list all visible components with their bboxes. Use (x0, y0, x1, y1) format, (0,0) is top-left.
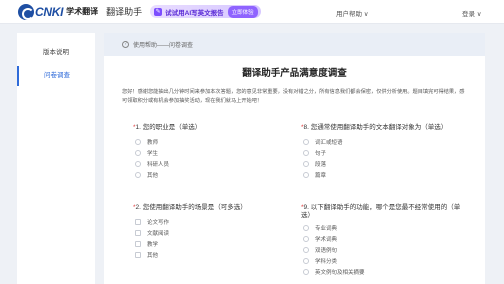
question-1: *1. 您的职业是（单选） 教师 学生 科研人员 其他 (133, 124, 283, 180)
checkbox[interactable] (135, 251, 141, 258)
option-label: 句子 (315, 150, 327, 157)
logo[interactable]: CNKI 学术翻译 (18, 3, 99, 20)
option-label: 篇章 (315, 172, 327, 179)
option-researcher[interactable]: 科研人员 (135, 158, 283, 169)
radio-button[interactable] (303, 149, 309, 156)
option-label: 科研人员 (147, 161, 170, 168)
radio-button[interactable] (303, 224, 309, 231)
logo-text: CNKI (35, 4, 64, 19)
option-label: 其他 (147, 252, 159, 259)
breadcrumb-text: 使用帮助——问卷调查 (133, 43, 194, 49)
sidebar-item-version-notes[interactable]: 版本说明 (17, 43, 95, 63)
option-other[interactable]: 其他 (135, 249, 283, 260)
logo-subtitle: 学术翻译 (66, 7, 99, 16)
top-bar: CNKI 学术翻译 翻译助手 ✎ 试试用AI写英文报告 立即体验 用户帮助 ∨ … (0, 0, 504, 24)
option-pro-dictionary[interactable]: 专业词典 (303, 222, 461, 233)
app-title: 翻译助手 (106, 7, 143, 17)
promo-banner[interactable]: ✎ 试试用AI写英文报告 立即体验 (150, 5, 261, 18)
radio-button[interactable] (303, 246, 309, 253)
radio-button[interactable] (135, 149, 141, 156)
option-label: 英文例句及相关摘要 (315, 269, 365, 276)
radio-button[interactable] (135, 171, 141, 178)
option-academic-dictionary[interactable]: 学术词典 (303, 233, 461, 244)
radio-button[interactable] (303, 235, 309, 242)
option-label: 文献阅读 (147, 230, 170, 237)
sidebar: 版本说明 问卷调查 (17, 33, 95, 284)
option-articles[interactable]: 篇章 (303, 169, 476, 180)
option-literature-reading[interactable]: 文献阅读 (135, 227, 283, 238)
option-label: 段落 (315, 161, 327, 168)
option-words[interactable]: 词汇或短语 (303, 136, 476, 147)
option-label: 教学 (147, 241, 159, 248)
question-9: *9. 以下翻译助手的功能，哪个是您最不经常使用的（单选） 专业词典 学术词典 … (301, 204, 461, 277)
login-menu[interactable]: 登录 ∨ (462, 8, 482, 18)
promo-text: 试试用AI写英文报告 (165, 9, 224, 17)
promo-try-button[interactable]: 立即体验 (227, 5, 258, 18)
help-icon: ? (122, 41, 129, 48)
option-label: 学术词典 (315, 236, 338, 243)
page-title: 翻译助手产品满意度调查 (242, 68, 347, 79)
option-label: 其他 (147, 172, 159, 179)
option-english-examples[interactable]: 英文例句及相关摘要 (303, 266, 461, 277)
survey-intro: 您好！感谢您能抽出几分钟时间来参加本次答题，您的意见非常重要，没有对错之分，所有… (122, 89, 465, 104)
radio-button[interactable] (303, 171, 309, 178)
option-paper-writing[interactable]: 论文写作 (135, 216, 283, 227)
checkbox[interactable] (135, 218, 141, 225)
option-teaching[interactable]: 教学 (135, 238, 283, 249)
option-label: 词汇或短语 (315, 139, 343, 146)
radio-button[interactable] (135, 160, 141, 167)
checkbox[interactable] (135, 229, 141, 236)
checkbox[interactable] (135, 240, 141, 247)
option-subject-classification[interactable]: 学科分类 (303, 255, 461, 266)
option-sentences[interactable]: 句子 (303, 147, 476, 158)
breadcrumb: ? 使用帮助——问卷调查 (104, 33, 485, 56)
option-other[interactable]: 其他 (135, 169, 283, 180)
question-2: *2. 您使用翻译助手的场景是（可多选） 论文写作 文献阅读 教学 其他 (133, 204, 283, 260)
option-bilingual-examples[interactable]: 双语例句 (303, 244, 461, 255)
option-label: 学生 (147, 150, 159, 157)
radio-button[interactable] (303, 268, 309, 275)
radio-button[interactable] (303, 257, 309, 264)
user-help-menu[interactable]: 用户帮助 ∨ (336, 8, 369, 18)
question-title: 9. 以下翻译助手的功能，哪个是您最不经常使用的（单选） (301, 204, 461, 219)
option-label: 双语例句 (315, 247, 338, 254)
option-label: 论文写作 (147, 219, 170, 226)
option-paragraphs[interactable]: 段落 (303, 158, 476, 169)
option-label: 学科分类 (315, 258, 338, 265)
question-8: *8. 您通常使用翻译助手的文本翻译对象为（单选） 词汇或短语 句子 段落 篇章 (301, 124, 476, 180)
option-label: 教师 (147, 139, 159, 146)
option-teacher[interactable]: 教师 (135, 136, 283, 147)
radio-button[interactable] (303, 138, 309, 145)
main-content: ? 使用帮助——问卷调查 翻译助手产品满意度调查 您好！感谢您能抽出几分钟时间来… (104, 33, 485, 284)
ai-icon: ✎ (154, 7, 163, 16)
radio-button[interactable] (135, 138, 141, 145)
sidebar-item-survey[interactable]: 问卷调查 (17, 66, 95, 86)
question-title: 1. 您的职业是（单选） (135, 124, 202, 131)
question-title: 8. 您通常使用翻译助手的文本翻译对象为（单选） (303, 124, 448, 131)
option-label: 专业词典 (315, 225, 338, 232)
question-title: 2. 您使用翻译助手的场景是（可多选） (135, 204, 247, 211)
option-student[interactable]: 学生 (135, 147, 283, 158)
cnki-logo-icon (18, 3, 34, 20)
radio-button[interactable] (303, 160, 309, 167)
